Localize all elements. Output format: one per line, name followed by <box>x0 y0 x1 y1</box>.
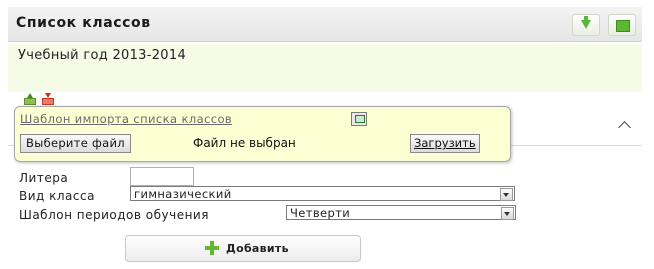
choose-file-button[interactable]: Выберите файл <box>20 134 131 153</box>
file-status-text: Файл не выбран <box>193 136 296 150</box>
period-template-label: Шаблон периодов обучения <box>19 208 209 222</box>
export-icon[interactable] <box>42 93 54 105</box>
maximize-button[interactable] <box>608 14 636 36</box>
chevron-down-icon[interactable] <box>501 207 514 220</box>
plus-icon <box>205 241 219 255</box>
green-arrow-down-icon <box>581 16 591 29</box>
green-square-icon <box>616 20 630 32</box>
litera-input[interactable] <box>130 167 194 186</box>
period-template-select[interactable]: Четверти <box>286 205 516 220</box>
page-title: Список классов <box>16 15 151 31</box>
class-type-value: гимназический <box>134 187 232 201</box>
period-template-value: Четверти <box>290 206 351 220</box>
upload-button[interactable]: Загрузить <box>410 134 480 153</box>
excel-icon[interactable] <box>351 112 367 126</box>
import-icon[interactable] <box>24 93 36 105</box>
litera-label: Литера <box>19 171 69 185</box>
chevron-up-icon[interactable] <box>618 121 631 134</box>
school-year-row: Учебный год 2013-2014 <box>8 44 642 92</box>
chevron-down-icon[interactable] <box>500 188 513 201</box>
school-year-text: Учебный год 2013-2014 <box>18 48 187 63</box>
add-button[interactable]: Добавить <box>125 235 361 262</box>
import-template-link[interactable]: Шаблон импорта списка классов <box>20 112 232 126</box>
class-type-select[interactable]: гимназический <box>130 186 515 201</box>
class-type-label: Вид класса <box>19 189 95 203</box>
collapse-down-button[interactable] <box>572 14 600 36</box>
add-button-label: Добавить <box>226 242 289 255</box>
import-popup: Шаблон импорта списка классов Выберите ф… <box>14 106 511 162</box>
class-list-header: Список классов <box>8 7 642 42</box>
